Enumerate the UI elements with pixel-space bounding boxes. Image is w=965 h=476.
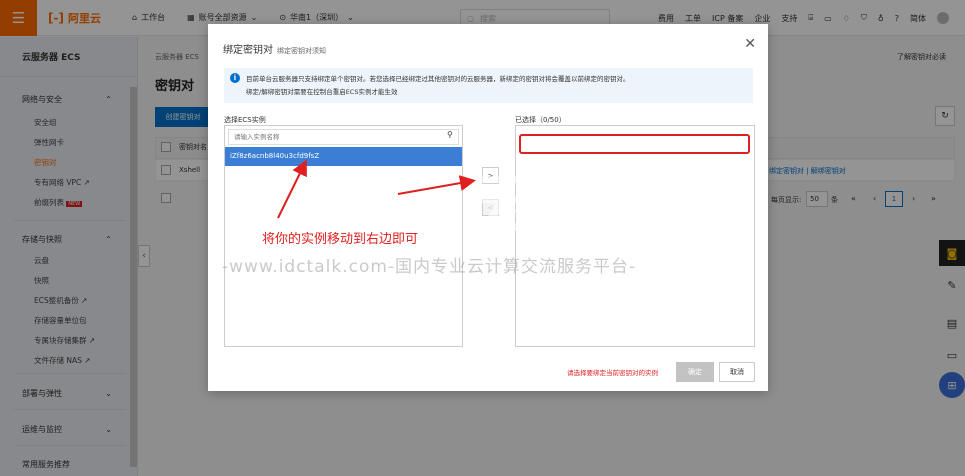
arrow-to-move-button (397, 175, 476, 195)
annotation-text: 将你的实例移动到右边即可 (262, 232, 419, 247)
arrow-to-instance (277, 159, 307, 219)
annotation-arrows (277, 159, 476, 219)
